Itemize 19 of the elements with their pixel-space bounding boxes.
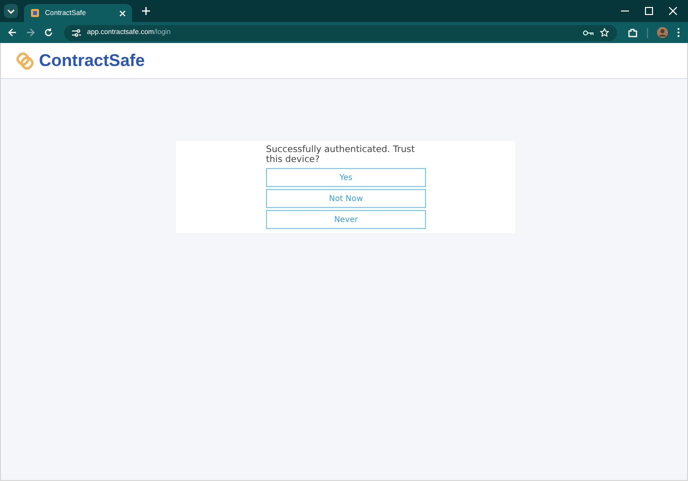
- reload-icon[interactable]: [44, 28, 53, 37]
- site-settings-icon[interactable]: [72, 28, 81, 36]
- puzzle-icon[interactable]: [628, 28, 638, 38]
- favicon-icon: [30, 8, 40, 18]
- maximize-icon[interactable]: [645, 7, 653, 15]
- avatar-icon[interactable]: [657, 27, 668, 38]
- star-icon[interactable]: [600, 28, 609, 37]
- close-window-icon[interactable]: [669, 7, 677, 15]
- new-tab-icon[interactable]: [142, 7, 150, 15]
- key-icon[interactable]: [583, 30, 594, 36]
- back-icon[interactable]: [8, 28, 17, 37]
- forward-icon[interactable]: [26, 28, 35, 37]
- menu-icon[interactable]: [677, 28, 680, 37]
- trust-message: Successfully authenticated. Trust this device?: [266, 145, 416, 165]
- logo-text[interactable]: ContractSafe: [39, 50, 145, 70]
- caret-icon: [7, 8, 15, 14]
- close-icon[interactable]: [119, 10, 126, 16]
- logo-icon: [15, 50, 35, 70]
- tab-search-button[interactable]: [4, 4, 18, 18]
